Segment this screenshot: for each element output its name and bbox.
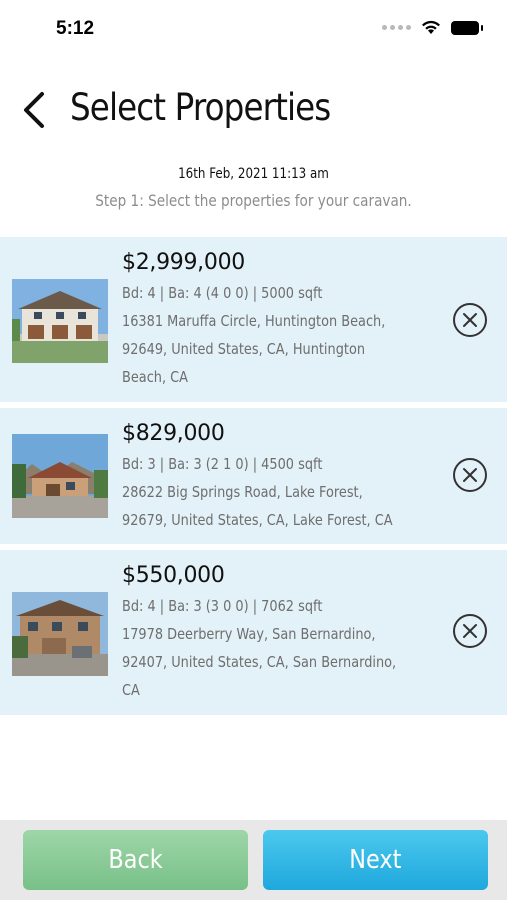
property-address-line: 92649, United States, CA, Huntington <box>122 340 366 358</box>
property-card[interactable]: $550,000 Bd: 4 | Ba: 3 (3 0 0) | 7062 sq… <box>0 550 507 715</box>
property-specs: Bd: 4 | Ba: 3 (3 0 0) | 7062 sqft <box>122 597 323 615</box>
next-button-label: Next <box>349 845 402 875</box>
remove-property-icon[interactable] <box>452 302 488 338</box>
step-instruction: Step 1: Select the properties for your c… <box>95 191 412 210</box>
header: Select Properties <box>0 80 507 150</box>
battery-icon <box>451 20 483 35</box>
page-title: Select Properties <box>70 86 331 129</box>
property-photo <box>12 434 108 518</box>
date-time-label: 16th Feb, 2021 11:13 am <box>178 166 329 182</box>
remove-property-icon[interactable] <box>452 613 488 649</box>
property-price: $2,999,000 <box>122 250 245 275</box>
property-specs: Bd: 4 | Ba: 4 (4 0 0) | 5000 sqft <box>122 284 323 302</box>
status-time: 5:12 <box>56 18 95 39</box>
footer-bar: Back Next <box>0 820 507 900</box>
property-address-line: CA <box>122 681 140 699</box>
wifi-icon <box>422 20 440 34</box>
back-chevron-icon[interactable] <box>20 88 50 132</box>
status-icons <box>382 20 483 35</box>
property-photo <box>12 592 108 676</box>
property-price: $829,000 <box>122 421 225 446</box>
next-button[interactable]: Next <box>263 830 488 890</box>
property-photo <box>12 279 108 363</box>
property-address-line: 16381 Maruffa Circle, Huntington Beach, <box>122 312 386 330</box>
back-button-label: Back <box>108 845 163 875</box>
remove-property-icon[interactable] <box>452 457 488 493</box>
property-card[interactable]: $829,000 Bd: 3 | Ba: 3 (2 1 0) | 4500 sq… <box>0 408 507 544</box>
property-address-line: Beach, CA <box>122 368 189 386</box>
signal-icon <box>382 25 411 30</box>
property-address-line: 17978 Deerberry Way, San Bernardino, <box>122 625 376 643</box>
property-price: $550,000 <box>122 563 225 588</box>
property-specs: Bd: 3 | Ba: 3 (2 1 0) | 4500 sqft <box>122 455 323 473</box>
property-address-line: 92407, United States, CA, San Bernardino… <box>122 653 397 671</box>
property-card[interactable]: $2,999,000 Bd: 4 | Ba: 4 (4 0 0) | 5000 … <box>0 237 507 402</box>
property-address-line: 28622 Big Springs Road, Lake Forest, <box>122 483 363 501</box>
back-button[interactable]: Back <box>23 830 248 890</box>
status-bar: 5:12 <box>0 0 507 58</box>
property-address-line: 92679, United States, CA, Lake Forest, C… <box>122 511 393 529</box>
